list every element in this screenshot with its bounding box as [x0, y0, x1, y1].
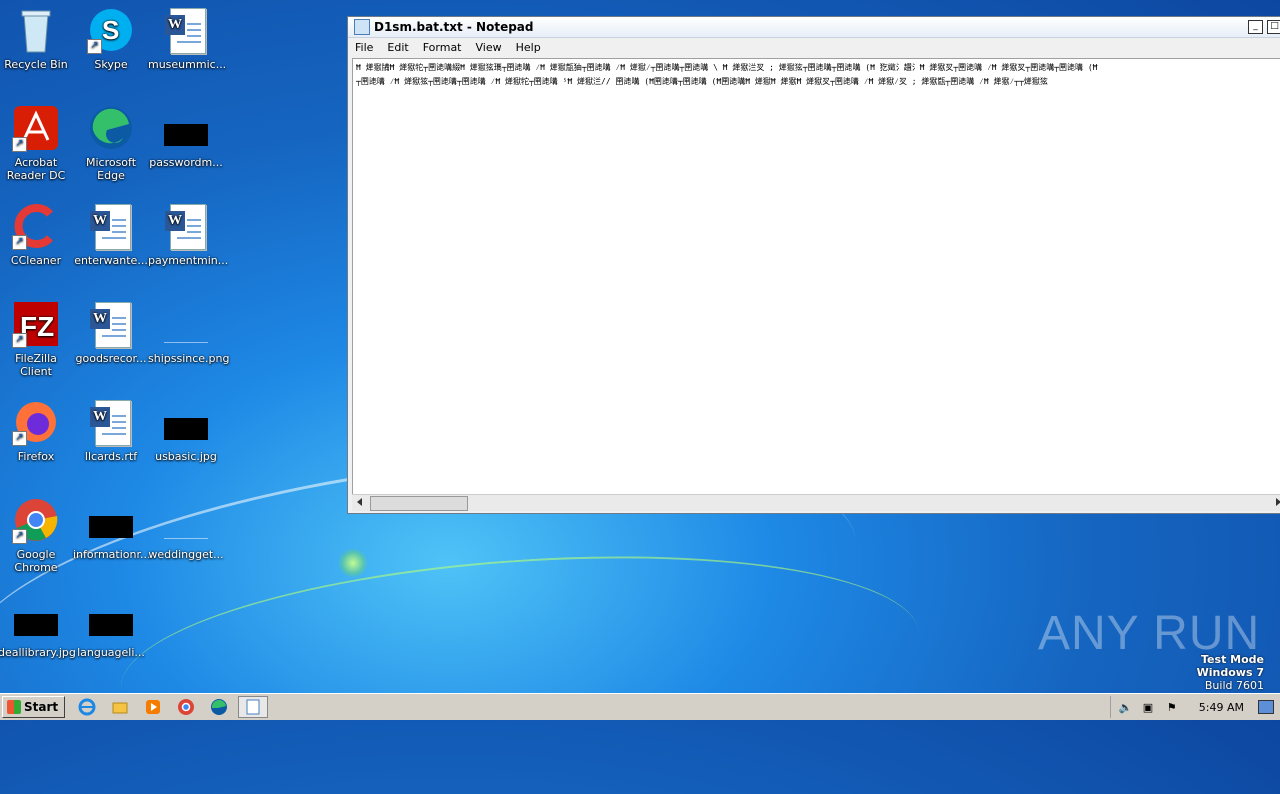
- desktop-icon-ccleaner[interactable]: ↗ CCleaner: [0, 202, 74, 267]
- editor-line-2: ┬㘡㗟㗕 ⁄Ħ 㷣㺇㹡┬㘡㗟㗕┬㘡㗟㗕 ⁄Ħ 㷣㺇㸰┬㘡㗟㗕 ⁵Ħ 㷣㺇㳕// …: [356, 77, 1048, 86]
- edge-icon: [87, 104, 135, 152]
- ie-icon[interactable]: [76, 696, 98, 718]
- image-file-icon: [12, 594, 60, 642]
- watermark-os: Windows 7: [1196, 666, 1264, 679]
- menu-bar: File Edit Format View Help: [348, 38, 1280, 57]
- watermark-mode: Test Mode: [1201, 653, 1264, 666]
- menu-edit[interactable]: Edit: [380, 41, 415, 54]
- volume-icon[interactable]: 🔈: [1119, 701, 1133, 714]
- desktop-icon-firefox[interactable]: ↗ Firefox: [0, 398, 74, 463]
- explorer-icon[interactable]: [109, 696, 131, 718]
- action-center-flag-icon[interactable]: ⚑: [1167, 701, 1181, 714]
- clock[interactable]: 5:49 AM: [1199, 701, 1244, 714]
- desktop-icon-shipssince[interactable]: shipssince.png: [148, 300, 229, 365]
- network-icon[interactable]: ▣: [1143, 701, 1157, 714]
- desktop-icon-usbasic[interactable]: usbasic.jpg: [148, 398, 224, 463]
- desktop-icon-goodsrecor[interactable]: W goodsrecor...: [73, 300, 149, 365]
- chrome-taskbar-icon[interactable]: [175, 696, 197, 718]
- word-doc-icon: W: [162, 6, 210, 54]
- desktop-icon-languageli[interactable]: languageli...: [73, 594, 149, 659]
- word-doc-icon: W: [87, 300, 135, 348]
- recycle-bin-icon: [12, 6, 60, 54]
- scrollbar-thumb[interactable]: [370, 496, 468, 511]
- notepad-taskbar-button[interactable]: [238, 696, 269, 718]
- word-doc-icon: W: [162, 202, 210, 250]
- desktop-icon-chrome[interactable]: ↗ Google Chrome: [0, 496, 74, 574]
- shortcut-arrow-icon: ↗: [12, 235, 27, 250]
- svg-text:S: S: [102, 15, 119, 45]
- minimize-button[interactable]: _: [1248, 20, 1263, 34]
- text-editor[interactable]: Ħ 㷣㺇㸢Ħ 㷣㺇㸰┬㘡㗟㗕綴Ħ 㷣㺇㹡㼇┬㘡㗟㗕 ⁄Ħ 㷣㺇㼹㹨┬㘡㗟㗕 ⁄Ħ…: [352, 58, 1280, 495]
- desktop-icon-skype[interactable]: S ↗ Skype: [73, 6, 149, 71]
- desktop-icon-acrobat[interactable]: ↗ Acrobat Reader DC: [0, 104, 74, 182]
- notepad-titlebar[interactable]: D1sm.bat.txt - Notepad _ □: [348, 17, 1280, 38]
- windows-logo-icon: [7, 700, 21, 714]
- image-file-icon: [162, 398, 210, 446]
- filezilla-icon: FZ ↗: [12, 300, 60, 348]
- desktop-icon-llcards[interactable]: W llcards.rtf: [73, 398, 149, 463]
- scroll-left-icon[interactable]: [357, 498, 362, 506]
- skype-icon: S ↗: [87, 6, 135, 54]
- shortcut-arrow-icon: ↗: [12, 431, 27, 446]
- menu-format[interactable]: Format: [416, 41, 469, 54]
- desktop-icon-weddingget[interactable]: weddingget...: [148, 496, 224, 561]
- test-mode-watermark: Test Mode Windows 7 Build 7601: [1197, 653, 1264, 692]
- menu-help[interactable]: Help: [509, 41, 548, 54]
- image-file-icon: [87, 496, 135, 544]
- image-file-icon: [162, 104, 210, 152]
- watermark-build: Build 7601: [1204, 679, 1264, 692]
- menu-view[interactable]: View: [469, 41, 509, 54]
- show-desktop-icon[interactable]: [1258, 700, 1274, 714]
- word-doc-icon: W: [87, 398, 135, 446]
- word-doc-icon: W: [87, 202, 135, 250]
- desktop-icon-recycle-bin[interactable]: Recycle Bin: [0, 6, 74, 71]
- desktop-icon-museummic[interactable]: W museummic...: [148, 6, 226, 71]
- image-file-icon: [162, 496, 210, 544]
- shortcut-arrow-icon: ↗: [12, 529, 27, 544]
- desktop-icon-deallibrary[interactable]: deallibrary.jpg: [0, 594, 76, 659]
- notepad-icon: [354, 19, 370, 35]
- image-file-icon: [87, 594, 135, 642]
- desktop-icon-passwordm[interactable]: passwordm...: [148, 104, 224, 169]
- ccleaner-icon: ↗: [12, 202, 60, 250]
- start-button[interactable]: Start: [2, 696, 66, 718]
- notepad-window[interactable]: D1sm.bat.txt - Notepad _ □ File Edit For…: [347, 16, 1280, 514]
- menu-file[interactable]: File: [348, 41, 380, 54]
- acrobat-icon: ↗: [12, 104, 60, 152]
- desktop-icon-filezilla[interactable]: FZ ↗ FileZilla Client: [0, 300, 74, 378]
- maximize-button[interactable]: □: [1267, 20, 1280, 34]
- chrome-icon: ↗: [12, 496, 60, 544]
- desktop-icon-informationr[interactable]: informationr...: [73, 496, 151, 561]
- edge-taskbar-icon[interactable]: [208, 696, 230, 718]
- shortcut-arrow-icon: ↗: [87, 39, 102, 54]
- taskbar: Start 🔈 ▣ ⚑ 5:49 AM: [0, 693, 1280, 720]
- shortcut-arrow-icon: ↗: [12, 333, 27, 348]
- image-file-icon: [162, 300, 210, 348]
- scroll-right-icon[interactable]: [1276, 498, 1280, 506]
- window-title: D1sm.bat.txt - Notepad: [374, 20, 534, 34]
- media-player-icon[interactable]: [142, 696, 164, 718]
- horizontal-scrollbar[interactable]: [352, 494, 1280, 511]
- firefox-icon: ↗: [12, 398, 60, 446]
- desktop-icon-enterwante[interactable]: W enterwante...: [73, 202, 149, 267]
- editor-line-1: Ħ 㷣㺇㸢Ħ 㷣㺇㸰┬㘡㗟㗕綴Ħ 㷣㺇㹡㼇┬㘡㗟㗕 ⁄Ħ 㷣㺇㼹㹨┬㘡㗟㗕 ⁄Ħ…: [356, 63, 1098, 72]
- desktop-icon-edge[interactable]: Microsoft Edge: [73, 104, 149, 182]
- system-tray: 🔈 ▣ ⚑ 5:49 AM: [1109, 696, 1280, 718]
- wallpaper-flare: [338, 548, 368, 578]
- shortcut-arrow-icon: ↗: [12, 137, 27, 152]
- desktop-icon-paymentmin[interactable]: W paymentmin...: [148, 202, 228, 267]
